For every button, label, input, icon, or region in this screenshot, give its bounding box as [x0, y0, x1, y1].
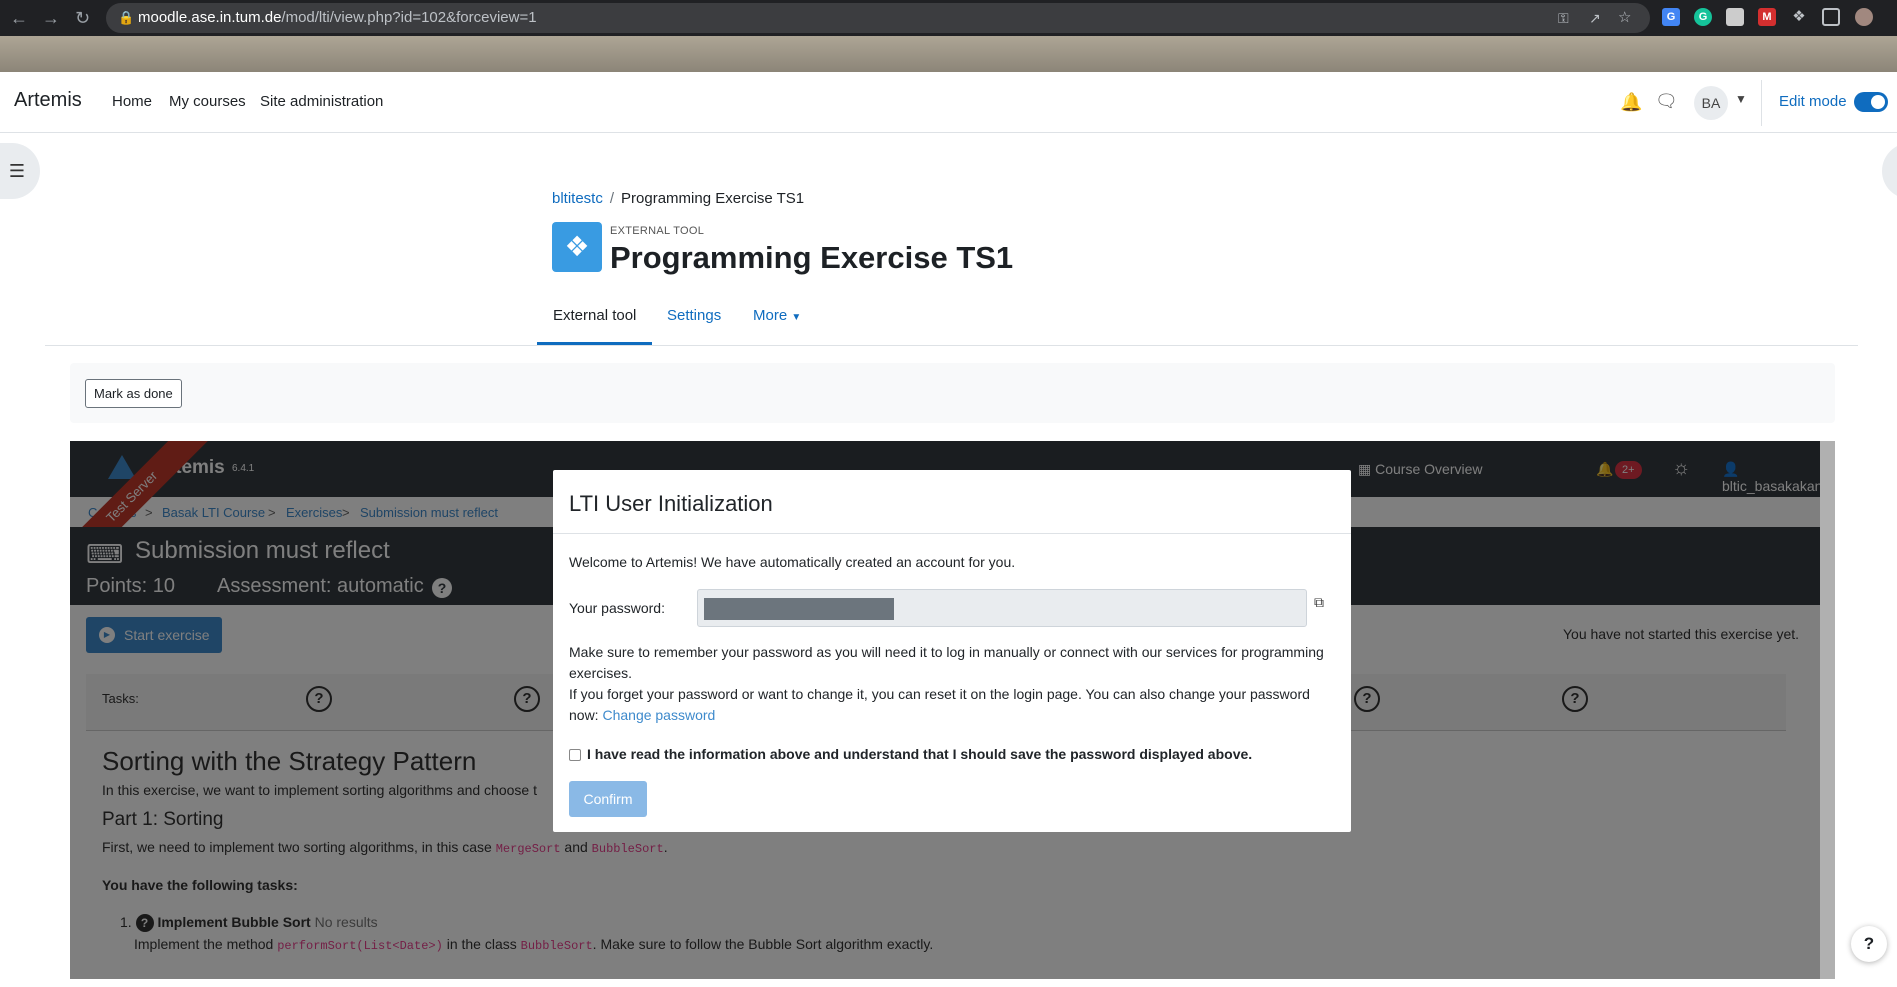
breadcrumb-current: Programming Exercise TS1 [621, 190, 805, 207]
breadcrumb-separator: / [609, 190, 615, 207]
edit-mode-toggle[interactable] [1854, 92, 1888, 112]
chat-icon[interactable]: 🗨 [1655, 91, 1678, 112]
chevron-down-icon[interactable]: ▼ [1735, 92, 1747, 106]
activity-type-label: EXTERNAL TOOL [610, 225, 705, 237]
url-path: /mod/lti/view.php?id=102&forceview=1 [281, 9, 537, 26]
site-brand[interactable]: Artemis [14, 89, 82, 112]
tab-external-tool[interactable]: External tool [553, 307, 636, 324]
tab-settings[interactable]: Settings [667, 307, 721, 324]
tab-more[interactable]: More ▼ [753, 307, 801, 324]
back-icon[interactable]: ← [10, 6, 28, 30]
key-icon[interactable]: ⚿ [1558, 3, 1569, 33]
nav-site-administration[interactable]: Site administration [260, 93, 383, 110]
activity-completion-bar [70, 363, 1835, 423]
moodle-navbar: Artemis Home My courses Site administrat… [0, 72, 1897, 133]
lti-init-modal: LTI User Initialization Welcome to Artem… [553, 470, 1351, 832]
block-drawer-toggle[interactable] [1882, 143, 1897, 199]
tab-more-label: More [753, 307, 788, 324]
puzzle-icon: ❖ [552, 222, 602, 272]
divider [1761, 80, 1762, 126]
url-host: moodle.ase.in.tum.de [138, 9, 282, 26]
iframe-scrollbar[interactable] [1820, 441, 1835, 979]
change-password-link[interactable]: Change password [602, 707, 715, 723]
star-icon[interactable]: ☆ [1618, 3, 1631, 33]
acknowledge-label[interactable]: I have read the information above and un… [587, 746, 1252, 762]
bookmark-bar [0, 36, 1897, 72]
confirm-button[interactable]: Confirm [569, 781, 647, 817]
acknowledge-checkbox[interactable] [569, 749, 581, 761]
list-icon: ☰ [8, 161, 26, 181]
share-icon[interactable]: ↗ [1589, 3, 1601, 33]
puzzle-icon[interactable]: ❖ [1790, 8, 1808, 26]
tabs-divider [45, 345, 1858, 346]
mark-as-done-button[interactable]: Mark as done [85, 379, 182, 408]
browser-toolbar: ← → ↻ 🔒 moodle.ase.in.tum.de/mod/lti/vie… [0, 0, 1897, 36]
edit-mode-label: Edit mode [1779, 93, 1847, 110]
password-value-redacted [704, 598, 894, 620]
modal-title: LTI User Initialization [569, 491, 773, 516]
forward-icon[interactable]: → [42, 6, 60, 30]
page-title: Programming Exercise TS1 [610, 240, 1014, 275]
lock-icon: 🔒 [118, 10, 135, 25]
remember-text: Make sure to remember your password as y… [569, 644, 1324, 681]
chevron-down-icon: ▼ [791, 312, 802, 323]
welcome-text: Welcome to Artemis! We have automaticall… [569, 554, 1016, 570]
course-index-toggle[interactable]: ☰ [0, 143, 40, 199]
mendeley-extension-icon[interactable]: M [1758, 8, 1776, 26]
nav-my-courses[interactable]: My courses [169, 93, 246, 110]
copy-icon[interactable]: ⧉ [1314, 594, 1324, 611]
nav-home[interactable]: Home [112, 93, 152, 110]
modal-divider [553, 533, 1351, 534]
help-button[interactable]: ? [1851, 926, 1887, 962]
password-field[interactable] [697, 589, 1307, 627]
bell-icon[interactable]: 🔔 [1620, 92, 1642, 113]
address-bar[interactable]: 🔒 moodle.ase.in.tum.de/mod/lti/view.php?… [106, 3, 1650, 33]
sidepanel-icon[interactable] [1822, 8, 1840, 26]
breadcrumb-course[interactable]: bltitestc [552, 190, 603, 207]
password-label: Your password: [569, 600, 665, 616]
reload-icon[interactable]: ↻ [75, 6, 90, 30]
extension-icon[interactable] [1726, 8, 1744, 26]
forget-text: If you forget your password or want to c… [569, 684, 1339, 726]
grammarly-extension-icon[interactable]: G [1694, 8, 1712, 26]
profile-avatar-icon[interactable] [1855, 8, 1873, 26]
avatar[interactable]: BA [1694, 86, 1728, 120]
breadcrumb: bltitestc / Programming Exercise TS1 [552, 190, 804, 207]
translate-extension-icon[interactable]: G [1662, 8, 1680, 26]
